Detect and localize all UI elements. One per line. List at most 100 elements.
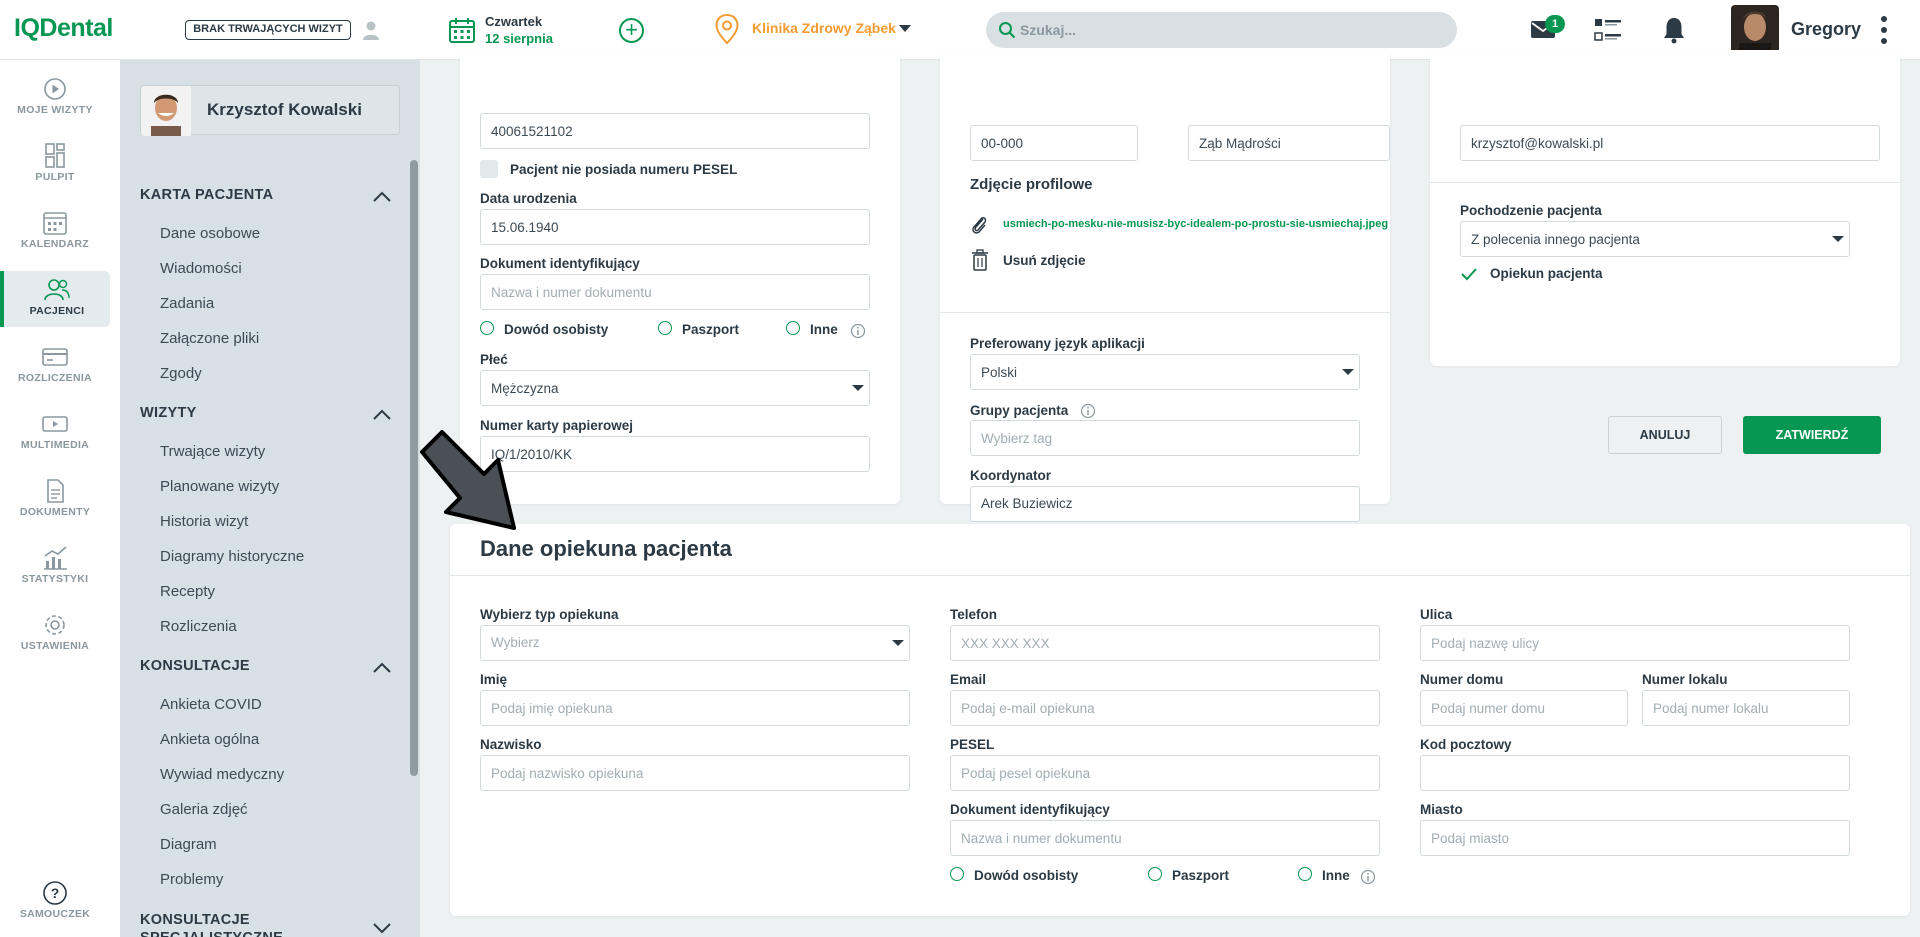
sidebar-item-consents[interactable]: Zgody bbox=[160, 365, 202, 382]
guardian-type-select[interactable]: Wybierz bbox=[480, 625, 910, 661]
chevron-up-icon[interactable] bbox=[372, 662, 392, 674]
nav-dashboard[interactable]: PULPIT bbox=[0, 137, 110, 193]
no-active-visits-badge[interactable]: BRAK TRWAJĄCYCH WIZYT bbox=[185, 20, 351, 40]
radio-other[interactable] bbox=[786, 321, 800, 335]
chevron-down-icon[interactable] bbox=[1832, 236, 1844, 242]
birth-date-field[interactable] bbox=[480, 209, 870, 245]
checkmark-icon[interactable] bbox=[1460, 266, 1478, 282]
guardian-street-field[interactable] bbox=[1420, 625, 1850, 661]
sidebar-item-settlements[interactable]: Rozliczenia bbox=[160, 618, 237, 635]
sidebar-item-photo-gallery[interactable]: Galeria zdjęć bbox=[160, 801, 248, 818]
info-icon[interactable] bbox=[1080, 403, 1096, 419]
sidebar-item-visit-history[interactable]: Historia wizyt bbox=[160, 513, 248, 530]
sidebar-item-medical-interview[interactable]: Wywiad medyczny bbox=[160, 766, 284, 783]
app-logo[interactable]: IQDental bbox=[14, 14, 113, 43]
clinic-caret-icon[interactable] bbox=[899, 25, 911, 32]
info-icon[interactable] bbox=[1360, 869, 1376, 885]
guardian-document-field[interactable] bbox=[950, 820, 1380, 856]
sidebar-scrollbar[interactable] bbox=[410, 160, 418, 776]
id-document-field[interactable] bbox=[480, 274, 870, 310]
guardian-document-label: Dokument identyfikujący bbox=[950, 802, 1110, 817]
remove-photo-button[interactable]: Usuń zdjęcie bbox=[1003, 253, 1086, 268]
nav-billing[interactable]: ROZLICZENIA bbox=[0, 338, 110, 394]
nav-multimedia[interactable]: MULTIMEDIA bbox=[0, 405, 110, 461]
patient-card[interactable]: Krzysztof Kowalski bbox=[140, 85, 400, 136]
current-date-value: 12 sierpnia bbox=[485, 31, 553, 46]
guardian-flat-number-field[interactable] bbox=[1642, 690, 1850, 726]
nav-settings[interactable]: USTAWIENIA bbox=[0, 606, 110, 662]
search-input[interactable] bbox=[1020, 18, 1440, 42]
confirm-button[interactable]: ZATWIERDŹ bbox=[1743, 416, 1881, 454]
guardian-radio-passport[interactable] bbox=[1148, 867, 1162, 881]
tasks-list-icon[interactable] bbox=[1594, 17, 1622, 43]
current-date[interactable]: Czwartek 12 sierpnia bbox=[485, 13, 553, 47]
section-patient-card[interactable]: KARTA PACJENTA bbox=[140, 187, 273, 203]
guardian-pesel-field[interactable] bbox=[950, 755, 1380, 791]
section-consultations[interactable]: KONSULTACJE bbox=[140, 658, 250, 674]
sidebar-item-personal-data[interactable]: Dane osobowe bbox=[160, 225, 260, 242]
guardian-house-number-field[interactable] bbox=[1420, 690, 1628, 726]
nav-tutorial[interactable]: ? SAMOUCZEK bbox=[0, 874, 110, 930]
no-pesel-checkbox[interactable] bbox=[480, 160, 498, 178]
section-visits[interactable]: WIZYTY bbox=[140, 405, 197, 421]
guardian-radio-other[interactable] bbox=[1298, 867, 1312, 881]
chevron-down-icon[interactable] bbox=[372, 922, 392, 934]
sidebar-item-historical-diagrams[interactable]: Diagramy historyczne bbox=[160, 548, 304, 565]
nav-documents[interactable]: DOKUMENTY bbox=[0, 472, 110, 528]
guardian-postal-code-field[interactable] bbox=[1420, 755, 1850, 791]
calendar-icon[interactable] bbox=[448, 16, 476, 44]
cancel-button[interactable]: ANULUJ bbox=[1608, 416, 1722, 454]
more-options-icon[interactable] bbox=[1880, 14, 1888, 46]
nav-statistics[interactable]: STATYSTYKI bbox=[0, 539, 110, 595]
user-avatar[interactable] bbox=[1731, 5, 1779, 53]
chevron-up-icon[interactable] bbox=[372, 191, 392, 203]
chevron-up-icon[interactable] bbox=[372, 409, 392, 421]
sidebar-item-messages[interactable]: Wiadomości bbox=[160, 260, 242, 277]
guardian-phone-label: Telefon bbox=[950, 607, 997, 622]
guardian-phone-field[interactable] bbox=[950, 625, 1380, 661]
sidebar-item-covid-survey[interactable]: Ankieta COVID bbox=[160, 696, 262, 713]
nav-calendar[interactable]: KALENDARZ bbox=[0, 204, 110, 260]
sidebar-item-general-survey[interactable]: Ankieta ogólna bbox=[160, 731, 259, 748]
guardian-email-field[interactable] bbox=[950, 690, 1380, 726]
id-document-label: Dokument identyfikujący bbox=[480, 256, 640, 271]
radio-passport[interactable] bbox=[658, 321, 672, 335]
info-icon[interactable] bbox=[850, 323, 866, 339]
guardian-first-name-field[interactable] bbox=[480, 690, 910, 726]
postal-code-field[interactable] bbox=[970, 125, 1138, 161]
section-specialist-consultations[interactable]: KONSULTACJE SPECJALISTYCZNE bbox=[140, 911, 340, 937]
sidebar-item-files[interactable]: Załączone pliki bbox=[160, 330, 259, 347]
nav-patients[interactable]: PACJENCI bbox=[0, 271, 110, 327]
guardian-radio-id-card[interactable] bbox=[950, 867, 964, 881]
app-language-select[interactable] bbox=[970, 354, 1360, 390]
profile-photo-file[interactable]: usmiech-po-mesku-nie-musisz-byc-idealem-… bbox=[1003, 218, 1388, 230]
chevron-down-icon[interactable] bbox=[892, 640, 904, 646]
chevron-down-icon[interactable] bbox=[852, 385, 864, 391]
guardian-city-field[interactable] bbox=[1420, 820, 1850, 856]
guardian-street-label: Ulica bbox=[1420, 607, 1453, 622]
add-visit-button[interactable]: + bbox=[619, 18, 644, 43]
user-name[interactable]: Gregory bbox=[1791, 19, 1861, 40]
sidebar-item-tasks[interactable]: Zadania bbox=[160, 295, 214, 312]
patient-groups-field[interactable] bbox=[970, 420, 1360, 456]
clinic-selector[interactable]: Klinika Zdrowy Ząbek bbox=[752, 20, 896, 36]
bell-icon[interactable] bbox=[1662, 16, 1686, 44]
sidebar-item-problems[interactable]: Problemy bbox=[160, 871, 223, 888]
sidebar-item-ongoing-visits[interactable]: Trwające wizyty bbox=[160, 443, 265, 460]
email-field[interactable] bbox=[1460, 125, 1880, 161]
radio-id-card[interactable] bbox=[480, 321, 494, 335]
sidebar-item-prescriptions[interactable]: Recepty bbox=[160, 583, 215, 600]
pesel-field[interactable] bbox=[480, 113, 870, 149]
city-field[interactable] bbox=[1188, 125, 1390, 161]
chevron-down-icon[interactable] bbox=[1342, 369, 1354, 375]
coordinator-select[interactable]: Arek Buziewicz bbox=[970, 486, 1360, 522]
nav-label: MULTIMEDIA bbox=[20, 439, 90, 451]
guardian-last-name-field[interactable] bbox=[480, 755, 910, 791]
sidebar-item-planned-visits[interactable]: Planowane wizyty bbox=[160, 478, 279, 495]
trash-icon[interactable] bbox=[971, 249, 989, 271]
gender-select[interactable] bbox=[480, 370, 870, 406]
paper-card-field[interactable] bbox=[480, 436, 870, 472]
patient-origin-select[interactable] bbox=[1460, 221, 1850, 257]
nav-my-visits[interactable]: MOJE WIZYTY bbox=[0, 70, 110, 126]
sidebar-item-diagram[interactable]: Diagram bbox=[160, 836, 217, 853]
